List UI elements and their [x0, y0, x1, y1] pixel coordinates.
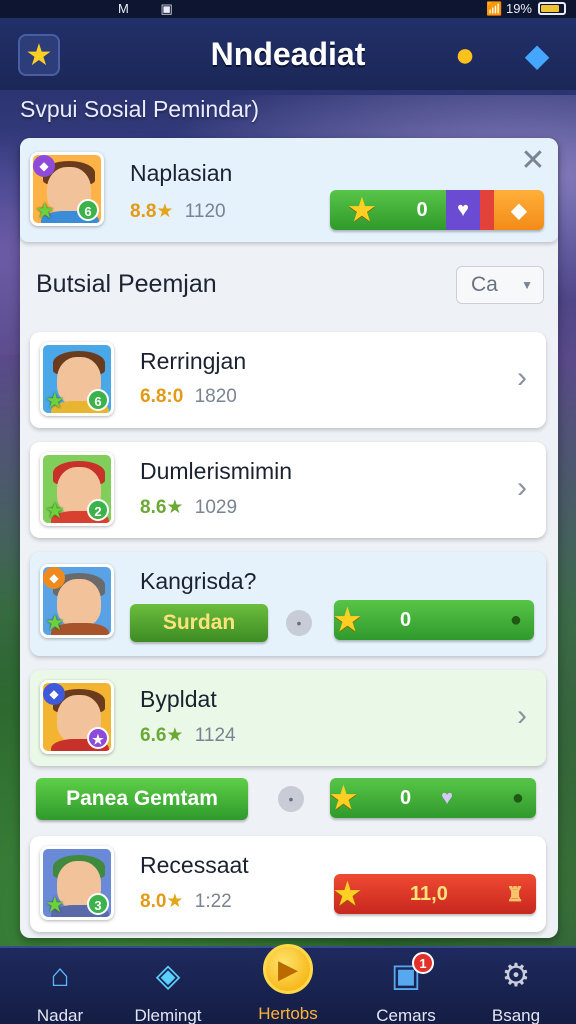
- gem-badge-icon: ◆: [43, 567, 65, 589]
- status-bar: M ▣ 📶 19%: [0, 0, 576, 18]
- star-badge-icon: ★: [45, 498, 65, 523]
- level-badge: 3: [87, 893, 109, 915]
- battery-icon: [538, 2, 566, 15]
- star-badge-icon: ★: [45, 388, 65, 413]
- nav-item-chests[interactable]: ▣ 1 Cemars: [356, 952, 456, 1024]
- chevron-right-icon[interactable]: ›: [510, 363, 534, 393]
- level-badge: 2: [87, 499, 109, 521]
- shield-icon: ◈: [155, 957, 181, 993]
- gear-icon: ⚙: [501, 957, 531, 993]
- panea-gemtam-button[interactable]: Panea Gemtam: [36, 778, 248, 820]
- shield-icon: ◆: [494, 190, 544, 230]
- avatar: ★ 3: [40, 846, 114, 920]
- reward-bar[interactable]: ★ 11,0 ♜: [334, 874, 536, 914]
- player-row[interactable]: ★ 2 Dumlerismimin 8.6★ 1029 ›: [30, 442, 546, 538]
- player-name: Dumlerismimin: [140, 458, 293, 484]
- player-stats: 8.0★ 1:22: [140, 891, 232, 912]
- chest-icon: ▣: [390, 957, 422, 993]
- star-icon: ★: [334, 603, 361, 637]
- home-icon: ⌂: [50, 957, 70, 993]
- bottom-nav: ⌂ Nadar ◈ Dlemingt ▶ Hertobs ▣ 1 Cemars …: [0, 944, 576, 1024]
- featured-player-card[interactable]: ◆ ★ 6 Naplasian 8.8★ 1120 ✕ ★ 0 ♥ ◆: [20, 138, 558, 242]
- rating-star-icon: ★: [166, 725, 184, 746]
- player-stats: 8.6★ 1029: [140, 497, 238, 518]
- location-pin-icon[interactable]: ●: [444, 34, 486, 76]
- level-badge: 6: [87, 389, 109, 411]
- star-icon: ★: [330, 781, 357, 815]
- close-icon[interactable]: ✕: [520, 146, 546, 176]
- lock-icon: ●: [511, 786, 524, 809]
- page-title: Nndeadiat: [210, 36, 366, 72]
- nav-item-missions[interactable]: ◈ Dlemingt: [118, 956, 218, 1024]
- section-title: Butsial Peemjan: [36, 270, 217, 298]
- player-name: Kangrisda?: [140, 568, 257, 594]
- avatar: ◆ ★ 6: [30, 152, 104, 226]
- rating-star-icon: ★: [156, 201, 174, 222]
- info-icon[interactable]: •: [278, 786, 304, 812]
- player-name: Rerringjan: [140, 348, 247, 374]
- nav-item-home[interactable]: ⌂ Nadar: [10, 956, 110, 1024]
- reward-bar[interactable]: ★ 0 ♥ ◆: [330, 190, 544, 230]
- player-name: Naplasian: [130, 160, 233, 186]
- level-badge: ★: [87, 727, 109, 749]
- trophy-icon: ♜: [506, 883, 524, 906]
- star-badge-icon: ★: [35, 198, 55, 223]
- player-row[interactable]: ◆ ★ Bypldat 6.6★ 1124 ›: [30, 670, 546, 766]
- rating-star-icon: ★: [166, 891, 184, 912]
- reward-bar[interactable]: ★ 0 ♥ ●: [330, 778, 536, 818]
- avatar: ◆ ★: [40, 680, 114, 754]
- star-badge-icon: ★: [45, 610, 65, 635]
- heart-icon: ♥: [441, 786, 453, 809]
- level-badge: 6: [77, 199, 99, 221]
- gem-badge-icon: ◆: [33, 155, 55, 177]
- player-name: Bypldat: [140, 686, 217, 712]
- player-row[interactable]: ★ 3 Recessaat 8.0★ 1:22 ★ 11,0 ♜: [30, 836, 546, 932]
- surdan-button[interactable]: Surdan: [130, 604, 268, 642]
- heart-icon: ♥: [446, 190, 480, 230]
- page-subtitle: Svpui Sosial Pemindar): [20, 96, 260, 122]
- chevron-right-icon[interactable]: ›: [510, 473, 534, 503]
- reward-bar[interactable]: ★ 0 ●: [334, 600, 534, 640]
- status-icons-left: M ▣: [118, 1, 187, 16]
- lock-icon: ●: [509, 608, 522, 631]
- battery-percent: 📶 19%: [486, 1, 532, 16]
- star-badge-icon: ★: [45, 892, 65, 917]
- notification-badge: 1: [412, 952, 434, 974]
- sort-dropdown[interactable]: Ca ▼: [456, 266, 544, 304]
- social-panel: ◆ ★ 6 Naplasian 8.8★ 1120 ✕ ★ 0 ♥ ◆ Butsi…: [20, 138, 558, 938]
- player-name: Recessaat: [140, 852, 249, 878]
- player-row[interactable]: ★ 6 Rerringjan 6.8:0 1820 ›: [30, 332, 546, 428]
- player-row[interactable]: ◆ ★ Kangrisda? Surdan • ★ 0 ●: [30, 552, 546, 656]
- player-stats: 8.8★ 1120: [130, 201, 226, 222]
- nav-item-settings[interactable]: ⚙ Bsang: [466, 956, 566, 1024]
- avatar: ◆ ★: [40, 564, 114, 638]
- gem-shop-icon[interactable]: ◆: [516, 34, 558, 76]
- avatar: ★ 6: [40, 342, 114, 416]
- app-header: ★ Nndeadiat ● ◆: [0, 18, 576, 90]
- chevron-down-icon: ▼: [521, 278, 533, 292]
- star-icon: ★: [348, 193, 376, 227]
- player-stats: 6.8:0 1820: [140, 386, 237, 407]
- info-icon[interactable]: •: [286, 610, 312, 636]
- player-stats: 6.6★ 1124: [140, 725, 236, 746]
- play-icon: ▶: [263, 944, 313, 994]
- avatar: ★ 2: [40, 452, 114, 526]
- rating-star-icon: ★: [166, 497, 184, 518]
- nav-item-play[interactable]: ▶ Hertobs: [238, 944, 338, 1024]
- gem-badge-icon: ◆: [43, 683, 65, 705]
- star-icon: ★: [334, 877, 361, 911]
- chevron-right-icon[interactable]: ›: [510, 701, 534, 731]
